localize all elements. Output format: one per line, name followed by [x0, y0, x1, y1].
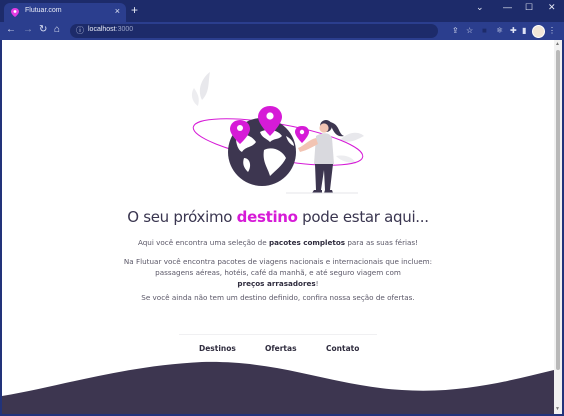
minimize-button[interactable]: — — [503, 2, 512, 12]
url-text: localhost:3000 — [88, 26, 134, 33]
nav-link-ofertas[interactable]: Ofertas — [265, 344, 297, 353]
nav-link-destinos[interactable]: Destinos — [199, 344, 236, 353]
close-window-button[interactable]: ✕ — [548, 2, 556, 13]
address-bar[interactable]: ⓘ localhost:3000 — [70, 24, 438, 38]
nav-link-contato[interactable]: Contato — [326, 344, 359, 353]
headline-accent: destino — [236, 208, 298, 226]
footer-wave — [2, 361, 554, 414]
back-icon[interactable]: ← — [6, 24, 16, 35]
extension-slot-icon[interactable]: ■ — [482, 26, 487, 35]
share-icon[interactable]: ⇪ — [452, 26, 459, 35]
travel-illustration — [191, 72, 364, 194]
browser-toolbar: ← → ↻ ⌂ ⓘ localhost:3000 ⇪ ☆ ■ ⚛ ✚ ▮ ⋮ — [0, 22, 564, 40]
tab-title: Flutuar.com — [25, 7, 62, 14]
scroll-up-arrow-icon[interactable]: ▲ — [555, 41, 560, 47]
reload-icon[interactable]: ↻ — [39, 24, 47, 35]
bookmark-star-icon[interactable]: ☆ — [466, 26, 473, 35]
scrollbar-thumb[interactable] — [556, 50, 560, 370]
tab-search-icon[interactable]: ⌄ — [476, 2, 484, 13]
scroll-down-arrow-icon[interactable]: ▼ — [555, 406, 560, 412]
tab-strip: Flutuar.com × + ⌄ — ☐ ✕ — [0, 0, 564, 22]
site-info-icon[interactable]: ⓘ — [76, 25, 84, 36]
intro-paragraph: Aqui você encontra uma seleção de pacote… — [137, 238, 419, 247]
maximize-button[interactable]: ☐ — [525, 2, 533, 13]
profile-avatar[interactable] — [532, 25, 545, 38]
sidepanel-icon[interactable]: ▮ — [522, 26, 526, 35]
offers-paragraph: Se você ainda não tem um destino definid… — [141, 293, 415, 302]
new-tab-button[interactable]: + — [131, 3, 138, 17]
react-devtools-icon[interactable]: ⚛ — [496, 26, 503, 35]
menu-icon[interactable]: ⋮ — [548, 26, 556, 35]
extensions-icon[interactable]: ✚ — [510, 26, 517, 35]
close-tab-icon[interactable]: × — [115, 6, 120, 16]
page-viewport: O seu próximo destino pode estar aqui...… — [2, 40, 554, 414]
packages-paragraph: Na Flutuar você encontra pacotes de viag… — [123, 257, 433, 288]
home-icon[interactable]: ⌂ — [54, 24, 60, 35]
forward-icon[interactable]: → — [23, 24, 33, 35]
browser-tab[interactable]: Flutuar.com × — [4, 3, 126, 22]
footer-divider — [179, 334, 377, 335]
page-headline: O seu próximo destino pode estar aqui... — [127, 208, 429, 226]
pin-icon — [11, 8, 19, 17]
